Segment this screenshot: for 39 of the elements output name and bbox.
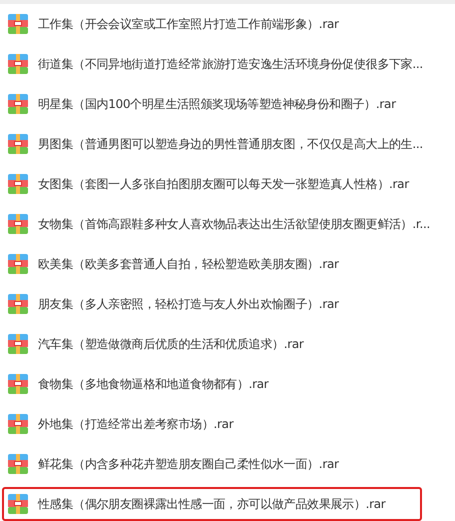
file-row[interactable]: 欧美集（欧美多套普通人自拍，轻松塑造欧美朋友圈）.rar <box>2 247 455 281</box>
archive-icon <box>8 254 28 274</box>
archive-icon <box>8 174 28 194</box>
archive-icon <box>8 14 28 34</box>
file-name: 汽车集（塑造做微商后优质的生活和优质追求）.rar <box>38 336 304 353</box>
file-name: 明星集（国内100个明星生活照颁奖现场等塑造神秘身份和圈子）.rar <box>38 96 396 113</box>
file-name: 女图集（套图一人多张自拍图朋友圈可以每天发一张塑造真人性格）.rar <box>38 176 409 193</box>
archive-icon <box>8 94 28 114</box>
file-row[interactable]: 鲜花集（内含多种花卉塑造朋友圈自己柔性似水一面）.rar <box>2 447 455 481</box>
archive-icon <box>8 134 28 154</box>
file-name: 性感集（偶尔朋友圈裸露出性感一面，亦可以做产品效果展示）.rar <box>38 496 386 513</box>
archive-icon <box>8 334 28 354</box>
archive-icon <box>8 54 28 74</box>
file-name: 男图集（普通男图可以塑造身边的男性普通朋友图，不仅仅是高大上的生... <box>38 136 423 153</box>
file-row[interactable]: 性感集（偶尔朋友圈裸露出性感一面，亦可以做产品效果展示）.rar <box>2 487 422 521</box>
file-name: 街道集（不同异地街道打造经常旅游打造安逸生活环境身份促使很多下家... <box>38 56 423 73</box>
file-row[interactable]: 女图集（套图一人多张自拍图朋友圈可以每天发一张塑造真人性格）.rar <box>2 167 455 201</box>
archive-icon <box>8 454 28 474</box>
file-row[interactable]: 朋友集（多人亲密照，轻松打造与友人外出欢愉圈子）.rar <box>2 287 455 321</box>
file-row[interactable]: 女物集（首饰高跟鞋多种女人喜欢物品表达出生活欲望使朋友圈更鲜活）.r... <box>2 207 455 241</box>
file-name: 朋友集（多人亲密照，轻松打造与友人外出欢愉圈子）.rar <box>38 296 339 313</box>
file-name: 女物集（首饰高跟鞋多种女人喜欢物品表达出生活欲望使朋友圈更鲜活）.r... <box>38 216 430 233</box>
file-name: 欧美集（欧美多套普通人自拍，轻松塑造欧美朋友圈）.rar <box>38 256 339 273</box>
file-row[interactable]: 街道集（不同异地街道打造经常旅游打造安逸生活环境身份促使很多下家... <box>2 47 455 81</box>
file-row[interactable]: 工作集（开会会议室或工作室照片打造工作前端形象）.rar <box>2 7 455 41</box>
file-name: 食物集（多地食物逼格和地道食物都有）.rar <box>38 376 268 393</box>
archive-icon <box>8 414 28 434</box>
file-row[interactable]: 外地集（打造经常出差考察市场）.rar <box>2 407 455 441</box>
file-row[interactable]: 食物集（多地食物逼格和地道食物都有）.rar <box>2 367 455 401</box>
archive-icon <box>8 374 28 394</box>
archive-icon <box>8 214 28 234</box>
archive-icon <box>8 494 28 514</box>
archive-icon <box>8 294 28 314</box>
file-name: 工作集（开会会议室或工作室照片打造工作前端形象）.rar <box>38 16 339 33</box>
file-row[interactable]: 男图集（普通男图可以塑造身边的男性普通朋友图，不仅仅是高大上的生... <box>2 127 455 161</box>
file-name: 鲜花集（内含多种花卉塑造朋友圈自己柔性似水一面）.rar <box>38 456 339 473</box>
file-row[interactable]: 明星集（国内100个明星生活照颁奖现场等塑造神秘身份和圈子）.rar <box>2 87 455 121</box>
file-name: 外地集（打造经常出差考察市场）.rar <box>38 416 234 433</box>
file-row[interactable]: 汽车集（塑造做微商后优质的生活和优质追求）.rar <box>2 327 455 361</box>
